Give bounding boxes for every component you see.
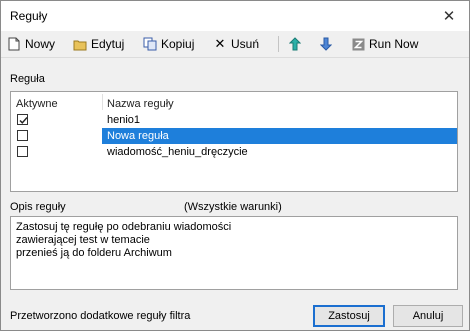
description-line: zawierającej test w temacie	[16, 234, 150, 246]
toolbar-separator	[278, 36, 279, 52]
copy-button[interactable]: Kopiuj	[143, 35, 194, 53]
rule-row[interactable]: henio1	[11, 112, 457, 128]
rule-row[interactable]: wiadomość_heniu_dręczycie	[11, 144, 457, 160]
rules-section-label: Reguła	[10, 73, 45, 85]
rule-name: henio1	[107, 114, 141, 126]
rule-row-selected[interactable]: Nowa reguła	[11, 128, 457, 144]
cancel-button[interactable]: Anuluj	[393, 305, 463, 327]
new-button[interactable]: Nowy	[7, 35, 55, 53]
folder-edit-icon	[73, 37, 87, 51]
rules-list[interactable]: Aktywne Nazwa reguły henio1 Nowa reguła …	[10, 91, 458, 192]
column-header-active[interactable]: Aktywne	[16, 98, 58, 110]
conditions-mode-label: (Wszystkie warunki)	[184, 201, 282, 213]
close-icon: ✕	[442, 8, 456, 25]
rule-description-box: Zastosuj tę regułę po odebraniu wiadomoś…	[10, 216, 458, 290]
new-button-label: Nowy	[25, 37, 56, 51]
rule-name: wiadomość_heniu_dręczycie	[107, 146, 248, 158]
move-up-button[interactable]	[288, 35, 306, 53]
new-document-icon	[7, 37, 21, 51]
rule-active-checkbox[interactable]	[17, 130, 28, 141]
run-now-icon	[351, 37, 365, 51]
window-title: Reguły	[10, 9, 48, 23]
arrow-down-icon	[319, 37, 333, 51]
copy-button-label: Kopiuj	[161, 37, 195, 51]
edit-button[interactable]: Edytuj	[73, 35, 124, 53]
toolbar: Nowy Edytuj Kopiuj ✕ Usuń Run Now	[1, 31, 469, 58]
apply-button[interactable]: Zastosuj	[313, 305, 385, 327]
rule-active-checkbox[interactable]	[17, 114, 28, 125]
rules-dialog: Reguły ✕ Nowy Edytuj Kopiuj ✕ Usuń Run N…	[0, 0, 470, 331]
delete-button[interactable]: ✕ Usuń	[213, 35, 259, 53]
description-label: Opis reguły	[10, 201, 66, 213]
description-line: przenieś ją do folderu Archiwum	[16, 247, 172, 259]
status-text: Przetworzono dodatkowe reguły filtra	[10, 310, 191, 322]
arrow-up-icon	[288, 37, 302, 51]
close-button[interactable]: ✕	[429, 1, 469, 31]
edit-button-label: Edytuj	[91, 37, 125, 51]
move-down-button[interactable]	[319, 35, 337, 53]
description-line: Zastosuj tę regułę po odebraniu wiadomoś…	[16, 221, 232, 233]
column-divider[interactable]	[102, 94, 103, 110]
copy-icon	[143, 37, 157, 51]
rule-name: Nowa reguła	[107, 130, 169, 142]
apply-button-label: Zastosuj	[328, 310, 370, 322]
run-now-button-label: Run Now	[369, 37, 419, 51]
cancel-button-label: Anuluj	[412, 310, 444, 322]
column-header-name[interactable]: Nazwa reguły	[107, 98, 174, 110]
delete-x-icon: ✕	[214, 36, 226, 51]
run-now-button[interactable]: Run Now	[351, 35, 418, 53]
delete-button-label: Usuń	[231, 37, 260, 51]
rule-active-checkbox[interactable]	[17, 146, 28, 157]
title-bar: Reguły ✕	[1, 1, 469, 31]
check-icon	[19, 117, 28, 124]
